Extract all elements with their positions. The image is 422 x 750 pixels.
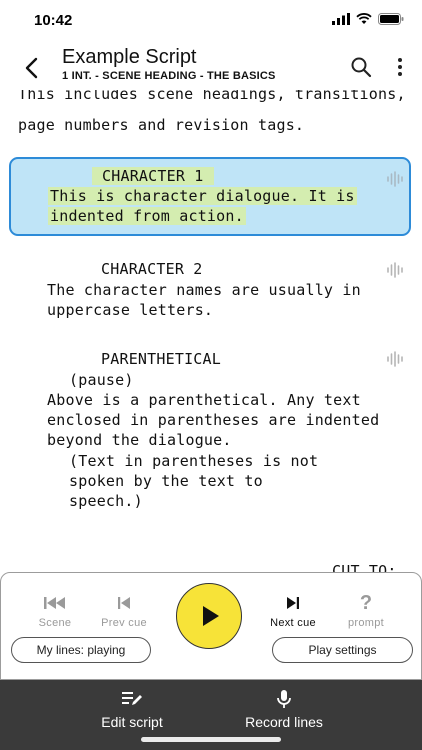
prev-cue-button[interactable]: Prev cue — [94, 593, 154, 629]
audio-waveform-icon[interactable] — [386, 170, 404, 188]
microphone-icon — [277, 690, 291, 708]
parenthetical-line: speech.) — [69, 492, 143, 510]
dialogue-line: uppercase letters. — [47, 301, 214, 319]
dialogue-line: indented from action. — [48, 207, 246, 225]
home-indicator — [141, 737, 281, 742]
more-vert-icon[interactable] — [392, 56, 408, 78]
parenthetical-line: spoken by the text to — [69, 472, 263, 490]
playback-panel: Scene Prev cue Next cue ? prompt My line… — [0, 572, 422, 680]
play-icon — [203, 606, 219, 626]
page-title: Example Script — [62, 46, 197, 68]
scene-label: Scene — [38, 617, 72, 629]
dialogue-line: The character names are usually in — [47, 281, 361, 299]
prompt-label: prompt — [347, 617, 385, 629]
parenthetical-line: (Text in parentheses is not — [69, 452, 319, 470]
app-header: Example Script 1 INT. - SCENE HEADING - … — [0, 44, 422, 90]
next-cue-icon — [287, 597, 299, 609]
prev-cue-icon — [118, 597, 130, 609]
character-name: CHARACTER 1 — [92, 167, 214, 185]
my-lines-toggle[interactable]: My lines: playing — [11, 637, 151, 663]
action-line: page numbers and revision tags. — [18, 116, 305, 134]
dialogue-line: This is character dialogue. It is — [48, 187, 357, 205]
next-cue-button[interactable]: Next cue — [263, 593, 323, 629]
edit-script-button[interactable]: Edit script — [86, 688, 178, 730]
search-icon[interactable] — [350, 56, 372, 78]
dialogue-line: Above is a parenthetical. Any text — [47, 391, 361, 409]
play-button[interactable] — [176, 583, 242, 649]
scene-subtitle: 1 INT. - SCENE HEADING - THE BASICS — [62, 70, 276, 82]
question-mark-icon: ? — [359, 591, 373, 614]
character-name: CHARACTER 2 — [101, 260, 203, 278]
wifi-icon — [356, 13, 372, 24]
character-name: PARENTHETICAL — [101, 350, 221, 368]
status-icons — [332, 13, 404, 25]
status-time: 10:42 — [34, 12, 73, 29]
battery-icon — [378, 13, 404, 25]
audio-waveform-icon[interactable] — [386, 261, 404, 279]
dialogue-line: beyond the dialogue. — [47, 431, 232, 449]
action-line: This includes scene headings, transition… — [18, 90, 406, 103]
parenthetical-line: (pause) — [69, 371, 134, 389]
record-lines-button[interactable]: Record lines — [232, 688, 336, 730]
back-arrow-icon[interactable] — [18, 54, 46, 82]
skip-scene-back-icon — [44, 597, 65, 609]
script-view[interactable]: This includes scene headings, transition… — [0, 90, 422, 572]
bottom-toolbar: Edit script Record lines — [0, 680, 422, 750]
transition-line: CUT TO: — [332, 562, 397, 572]
status-bar: 10:42 — [0, 0, 422, 44]
prev-cue-label: Prev cue — [101, 617, 147, 629]
scene-button[interactable]: Scene — [25, 593, 85, 629]
edit-script-label: Edit script — [101, 714, 163, 730]
edit-script-icon — [122, 692, 142, 705]
prompt-button[interactable]: ? prompt — [336, 591, 396, 630]
signal-icon — [332, 13, 350, 25]
audio-waveform-icon[interactable] — [386, 350, 404, 368]
record-lines-label: Record lines — [245, 714, 323, 730]
dialogue-line: enclosed in parentheses are indented — [47, 411, 380, 429]
play-settings-button[interactable]: Play settings — [272, 637, 413, 663]
next-cue-label: Next cue — [270, 617, 316, 629]
